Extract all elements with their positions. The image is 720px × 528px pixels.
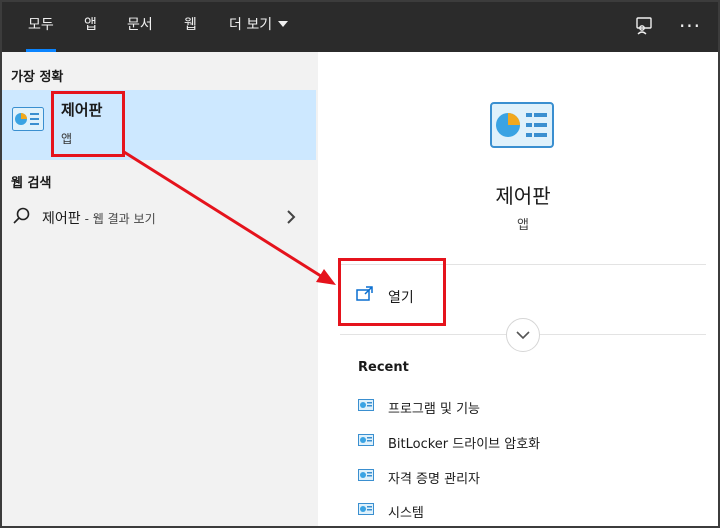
chevron-down-icon xyxy=(516,331,530,340)
web-search-heading: 웹 검색 xyxy=(11,176,52,191)
control-panel-icon xyxy=(358,469,374,481)
recent-item[interactable]: 시스템 xyxy=(358,498,698,524)
divider xyxy=(340,264,706,265)
control-panel-icon xyxy=(358,399,374,411)
caret-down-icon xyxy=(278,21,289,27)
detail-pane: 제어판 앱 열기 Recent 프로그램 및 기능 BitLocker 드라이브… xyxy=(330,52,716,526)
control-panel-large-icon xyxy=(490,102,554,148)
tab-all[interactable]: 모두 xyxy=(26,2,56,52)
tab-web[interactable]: 웹 xyxy=(184,2,197,52)
tab-apps[interactable]: 앱 xyxy=(84,2,97,52)
web-search-suffix: - 웹 결과 보기 xyxy=(84,212,156,226)
tab-more[interactable]: 더 보기 xyxy=(229,2,289,52)
recent-item[interactable]: 자격 증명 관리자 xyxy=(358,464,698,490)
best-match-item[interactable]: 제어판 앱 xyxy=(2,90,316,160)
recent-item-label: 프로그램 및 기능 xyxy=(388,402,480,417)
recent-heading: Recent xyxy=(358,360,409,375)
recent-item[interactable]: BitLocker 드라이브 암호화 xyxy=(358,429,698,455)
recent-item[interactable]: 프로그램 및 기능 xyxy=(358,394,698,420)
ellipsis-icon[interactable]: ··· xyxy=(676,12,704,40)
web-search-term: 제어판 xyxy=(42,211,81,227)
best-match-type: 앱 xyxy=(61,132,73,146)
recent-item-label: 자격 증명 관리자 xyxy=(388,472,480,487)
control-panel-icon xyxy=(358,503,374,515)
open-label: 열기 xyxy=(388,290,414,306)
best-match-heading: 가장 정확 xyxy=(11,70,64,85)
detail-app-title: 제어판 xyxy=(495,184,551,208)
search-icon xyxy=(13,207,30,224)
feedback-icon[interactable] xyxy=(630,12,658,40)
search-scope-bar: 모두 앱 문서 웹 더 보기 ··· xyxy=(2,2,718,52)
search-window: 모두 앱 문서 웹 더 보기 ··· 가장 정확 제어판 앱 웹 검색 제어판 … xyxy=(0,0,720,528)
web-search-item[interactable]: 제어판 - 웹 결과 보기 xyxy=(2,200,316,236)
open-icon xyxy=(356,286,373,301)
control-panel-icon xyxy=(358,434,374,446)
best-match-name: 제어판 xyxy=(61,101,103,119)
results-pane: 가장 정확 제어판 앱 웹 검색 제어판 - 웹 결과 보기 xyxy=(2,52,318,526)
expand-button[interactable] xyxy=(506,318,540,352)
chevron-right-icon[interactable] xyxy=(284,209,298,225)
recent-item-label: 시스템 xyxy=(388,506,424,521)
tab-documents[interactable]: 문서 xyxy=(127,2,153,52)
control-panel-icon xyxy=(12,107,44,131)
recent-item-label: BitLocker 드라이브 암호화 xyxy=(388,437,541,452)
detail-app-type: 앱 xyxy=(517,218,529,233)
